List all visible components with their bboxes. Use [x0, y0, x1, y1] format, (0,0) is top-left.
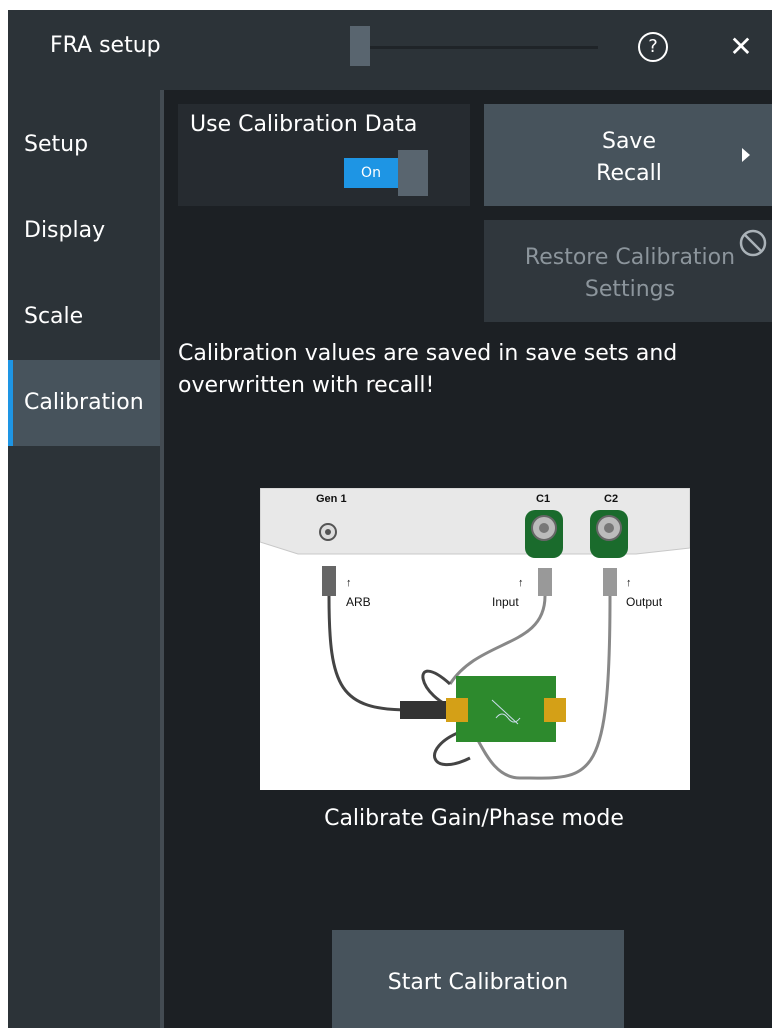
title-bar: FRA setup ? ✕ — [8, 10, 772, 90]
use-calibration-label: Use Calibration Data — [190, 112, 418, 137]
transparency-slider-handle[interactable] — [350, 26, 370, 66]
diagram-caption: Calibrate Gain/Phase mode — [324, 806, 624, 831]
sidebar-item-calibration[interactable]: Calibration — [8, 360, 160, 446]
save-recall-label-line1: Save — [601, 129, 656, 154]
sidebar-item-setup[interactable]: Setup — [8, 102, 160, 188]
gen1-label: Gen 1 — [316, 493, 347, 505]
svg-text:↑: ↑ — [346, 577, 352, 589]
save-recall-button[interactable]: Save Recall — [484, 104, 772, 206]
transparency-slider-track[interactable] — [370, 46, 598, 49]
chevron-right-icon — [742, 148, 750, 162]
start-calibration-button[interactable]: Start Calibration — [332, 930, 624, 1028]
disabled-icon — [739, 229, 767, 257]
dialog-title: FRA setup — [50, 33, 161, 58]
svg-text:↑: ↑ — [626, 577, 632, 589]
sidebar: Setup Display Scale Calibration — [8, 90, 160, 1028]
output-label: Output — [626, 595, 663, 609]
restore-label-line1: Restore Calibration — [524, 245, 736, 270]
calibration-panel: Use Calibration Data On Save Recall Rest… — [164, 90, 772, 1028]
input-label: Input — [492, 595, 519, 609]
calibration-info-text: Calibration values are saved in save set… — [178, 338, 758, 402]
calibration-connection-diagram: Gen 1 C1 C2 ↑ ARB ↑ Input ↑ Output — [260, 488, 690, 790]
restore-calibration-button[interactable]: Restore Calibration Settings — [484, 220, 772, 322]
fra-setup-dialog: FRA setup ? ✕ Setup Display Scale Calibr… — [8, 10, 772, 1028]
info-line-1: Calibration values are saved in save set… — [178, 341, 678, 366]
restore-label-line2: Settings — [584, 277, 676, 302]
sidebar-item-display[interactable]: Display — [8, 188, 160, 274]
use-calibration-group: Use Calibration Data On — [178, 104, 470, 206]
arb-label: ARB — [346, 595, 371, 609]
toggle-state-label: On — [344, 158, 398, 188]
toggle-knob — [398, 150, 428, 196]
svg-text:↑: ↑ — [518, 577, 524, 589]
use-calibration-toggle[interactable]: On — [344, 150, 428, 196]
info-line-2: overwritten with recall! — [178, 373, 435, 398]
save-recall-label-line2: Recall — [596, 161, 662, 186]
c2-label: C2 — [604, 493, 618, 505]
close-icon[interactable]: ✕ — [726, 30, 756, 64]
c1-label: C1 — [536, 493, 550, 505]
help-icon[interactable]: ? — [638, 32, 668, 62]
sidebar-item-scale[interactable]: Scale — [8, 274, 160, 360]
